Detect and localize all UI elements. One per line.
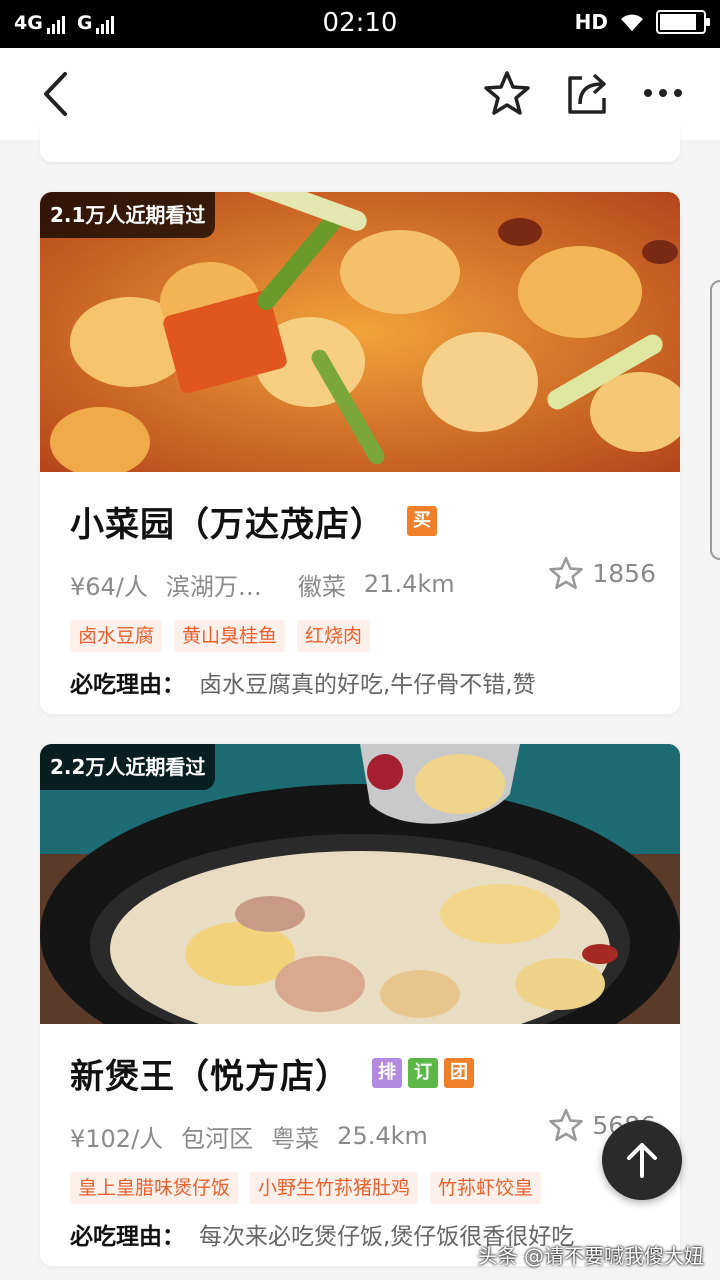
restaurant-name[interactable]: 新煲王（悦方店） — [70, 1049, 350, 1098]
reason-text: 卤水豆腐真的好吃,牛仔骨不错,赞 — [199, 672, 536, 698]
dish-tags: 皇上皇腊味煲仔饭 小野生竹荪猪肚鸡 竹荪虾饺皇 — [70, 1172, 650, 1204]
buy-badge: 买 — [407, 506, 437, 536]
price-per-person: ¥102/人 — [70, 1124, 164, 1153]
battery-icon — [656, 10, 710, 34]
dish-tag[interactable]: 小野生竹荪猪肚鸡 — [250, 1172, 419, 1204]
must-eat-reason: 必吃理由： 卤水豆腐真的好吃,牛仔骨不错,赞 — [70, 652, 650, 712]
watermark: 头条 @请不要喊我傻大妞 — [477, 1244, 704, 1268]
share-icon — [568, 73, 606, 114]
more-icon — [644, 89, 682, 97]
reason-label: 必吃理由： — [70, 672, 185, 698]
favorites-number: 1856 — [592, 558, 656, 588]
distance: 21.4km — [363, 570, 455, 598]
star-outline-icon — [549, 1108, 584, 1142]
price-per-person: ¥64/人 — [70, 572, 148, 601]
recent-views-badge: 2.1万人近期看过 — [40, 192, 216, 238]
previous-card-bottom — [40, 124, 680, 162]
dish-tag[interactable]: 黄山臭桂鱼 — [174, 620, 286, 652]
share-button[interactable] — [560, 66, 614, 120]
back-arrow-icon — [44, 72, 67, 116]
back-button[interactable] — [30, 68, 82, 120]
restaurant-photo[interactable]: 2.2万人近期看过 — [40, 744, 680, 1024]
cuisine: 徽菜 — [297, 572, 346, 601]
star-outline-icon — [549, 556, 584, 590]
favorite-button[interactable] — [480, 66, 534, 120]
distance: 25.4km — [337, 1122, 428, 1150]
area: 包河区 — [181, 1124, 254, 1153]
favorites-count[interactable]: 1856 — [548, 556, 656, 590]
more-button[interactable] — [636, 66, 690, 120]
restaurant-name[interactable]: 小菜园（万达茂店） — [70, 497, 385, 546]
arrow-up-icon — [627, 1143, 657, 1178]
edge-scroll-handle[interactable] — [710, 280, 720, 560]
star-icon — [484, 71, 530, 115]
group-deal-badge: 团 — [444, 1058, 474, 1088]
dish-tag[interactable]: 皇上皇腊味煲仔饭 — [70, 1172, 239, 1204]
area: 滨湖万… — [165, 572, 262, 601]
wifi-icon — [621, 14, 643, 31]
dish-tag[interactable]: 红烧肉 — [297, 620, 371, 652]
hd-label: HD — [574, 10, 608, 34]
dish-tags: 卤水豆腐 黄山臭桂鱼 红烧肉 — [70, 620, 650, 652]
dish-tag[interactable]: 竹荪虾饺皇 — [430, 1172, 542, 1204]
reason-label: 必吃理由： — [70, 1224, 185, 1250]
dish-tag[interactable]: 卤水豆腐 — [70, 620, 163, 652]
restaurant-card[interactable]: 2.1万人近期看过 小菜园（万达茂店） 买 ¥64/人 滨湖万… 徽菜 21.4… — [40, 192, 680, 714]
recent-views-badge: 2.2万人近期看过 — [40, 744, 216, 790]
restaurant-card[interactable]: 2.2万人近期看过 新煲王（悦方店） 排 订 团 ¥102/人 包河区 粤菜 2… — [40, 744, 680, 1266]
scroll-to-top-button[interactable] — [602, 1120, 682, 1200]
cuisine: 粤菜 — [271, 1124, 320, 1153]
status-bar: 4G G 02:10 HD — [0, 0, 720, 48]
queue-badge: 排 — [372, 1058, 402, 1088]
reserve-badge: 订 — [408, 1058, 438, 1088]
restaurant-photo[interactable]: 2.1万人近期看过 — [40, 192, 680, 472]
